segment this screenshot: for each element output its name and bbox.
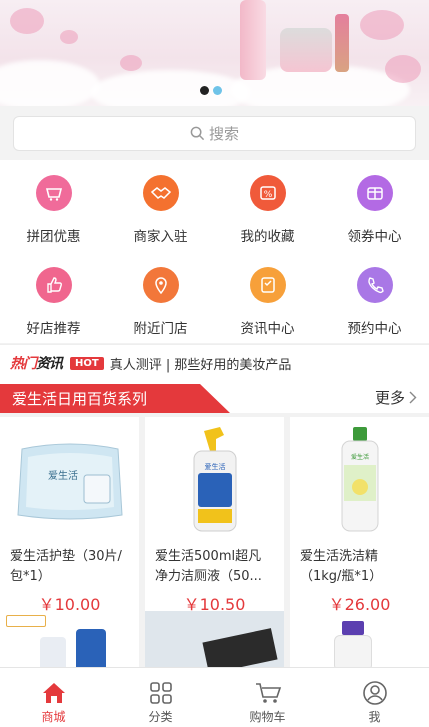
hot-news-ticker[interactable]: 热门资讯 HOT 真人测评 | 那些好用的美妆产品 (0, 344, 429, 381)
group-buy-icon (35, 175, 72, 211)
tab-cart[interactable]: 购物车 (214, 668, 321, 727)
flower-decoration (360, 10, 404, 40)
svg-text:爱生活: 爱生活 (204, 462, 225, 471)
section-header: 爱生活日用百货系列 更多 (0, 381, 429, 413)
product-image (76, 629, 106, 667)
category-group-buy[interactable]: 拼团优惠 (0, 160, 107, 252)
hot-badge: HOT (70, 356, 104, 370)
chevron-right-icon (409, 391, 417, 404)
carousel-indicator (200, 86, 222, 95)
tab-label: 分类 (148, 710, 173, 724)
grid-icon (149, 680, 173, 706)
product-image (334, 635, 372, 667)
product-card[interactable]: 爱生活 爱生活洗洁精（1kg/瓶*1） ￥26.00 (290, 417, 429, 615)
product-card-partial[interactable] (0, 611, 139, 667)
category-nearby-stores[interactable]: 附近门店 (107, 252, 214, 344)
category-coupons[interactable]: 领券中心 (321, 160, 428, 252)
product-image (342, 621, 364, 635)
product-card-partial[interactable] (290, 611, 429, 667)
coupon-icon (356, 175, 393, 211)
product-card[interactable]: 爱生活 爱生活护垫（30片/包*1） ￥10.00 (0, 417, 139, 615)
news-icon (249, 267, 286, 303)
tab-label: 商城 (41, 710, 66, 724)
product-name: 爱生活护垫（30片/包*1） (10, 549, 122, 584)
svg-text:爱生活: 爱生活 (350, 453, 368, 461)
tab-categories[interactable]: 分类 (107, 668, 214, 727)
product-name: 爱生活500ml超凡净力洁厕液（50... (155, 549, 262, 584)
tab-label: 购物车 (249, 710, 286, 724)
category-merchant-join[interactable]: 商家入驻 (107, 160, 214, 252)
category-label: 资讯中心 (240, 321, 295, 337)
flower-decoration (120, 55, 142, 71)
more-label: 更多 (374, 389, 405, 407)
section-title: 爱生活日用百货系列 (0, 384, 230, 413)
product-name: 爱生活洗洁精（1kg/瓶*1） (300, 549, 383, 584)
lipstick-image (335, 14, 349, 72)
thumbs-up-icon (35, 267, 72, 303)
category-label: 预约中心 (347, 321, 402, 337)
product-image-panty-liner: 爱生活 (0, 417, 139, 543)
tab-label: 我 (368, 710, 381, 724)
category-label: 拼团优惠 (26, 229, 81, 245)
search-placeholder: 搜索 (208, 125, 239, 143)
category-booking-center[interactable]: 预约中心 (321, 252, 428, 344)
product-image (40, 637, 66, 667)
category-label: 我的收藏 (240, 229, 295, 245)
svg-text:爱生活: 爱生活 (48, 469, 78, 482)
promo-banner[interactable] (0, 0, 429, 106)
cloud-decoration (90, 70, 250, 106)
favorite-percent-icon: % (249, 175, 286, 211)
section-title-text: 爱生活日用百货系列 (12, 390, 148, 408)
product-bottle-image (240, 0, 266, 80)
category-label: 附近门店 (133, 321, 188, 337)
flower-decoration (10, 8, 44, 34)
news-headline[interactable]: 真人测评 | 那些好用的美妆产品 (110, 354, 292, 373)
bottom-tab-bar: 商城 分类 购物车 我 (0, 667, 429, 727)
phone-icon (356, 267, 393, 303)
product-card-partial[interactable] (145, 611, 284, 667)
location-pin-icon (142, 267, 179, 303)
home-icon (41, 680, 67, 706)
category-recommended-shops[interactable]: 好店推荐 (0, 252, 107, 344)
category-label: 好店推荐 (26, 321, 81, 337)
hot-news-logo: 热门资讯 (10, 353, 63, 373)
product-tag (6, 615, 46, 627)
search-icon (190, 126, 205, 141)
product-image-dish-soap: 爱生活 (290, 417, 429, 543)
tab-me[interactable]: 我 (321, 668, 428, 727)
category-grid: 拼团优惠 商家入驻 % 我的收藏 领券中心 好店推荐 附近门店 资讯中心 预约中… (0, 160, 429, 343)
svg-text:%: % (263, 190, 272, 200)
cream-jar-image (280, 28, 332, 72)
tab-home[interactable]: 商城 (0, 668, 107, 727)
product-image-toilet-cleaner: 爱生活 (145, 417, 284, 543)
hot-news-logo-part2: 资讯 (36, 356, 63, 372)
more-link[interactable]: 更多 (375, 387, 417, 408)
hot-news-logo-part1: 热门 (10, 356, 37, 372)
carousel-dot[interactable] (213, 86, 222, 95)
category-label: 商家入驻 (133, 229, 188, 245)
category-news-center[interactable]: 资讯中心 (214, 252, 321, 344)
flower-decoration (385, 55, 421, 83)
search-input[interactable]: 搜索 (13, 116, 416, 151)
search-section: 搜索 (0, 106, 429, 160)
handshake-icon (142, 175, 179, 211)
user-icon (362, 680, 388, 706)
product-card[interactable]: 爱生活 爱生活500ml超凡净力洁厕液（50... ￥10.50 (145, 417, 284, 615)
flower-decoration (60, 30, 78, 44)
category-label: 领券中心 (347, 229, 402, 245)
cloud-decoration (0, 60, 100, 106)
category-favorites[interactable]: % 我的收藏 (214, 160, 321, 252)
cart-icon (254, 680, 282, 706)
carousel-dot-active[interactable] (200, 86, 209, 95)
